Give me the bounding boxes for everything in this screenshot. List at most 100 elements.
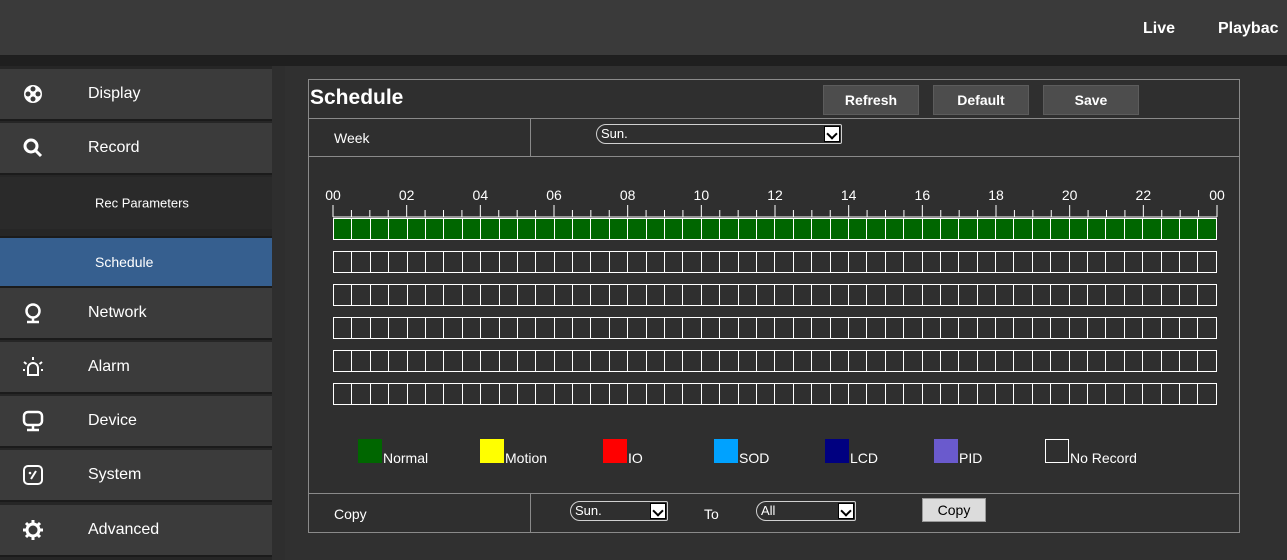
schedule-cell[interactable]	[351, 251, 371, 273]
schedule-cell[interactable]	[1013, 317, 1033, 339]
schedule-cell[interactable]	[700, 284, 721, 306]
schedule-cell[interactable]	[1197, 218, 1217, 240]
schedule-cell[interactable]	[461, 383, 482, 405]
schedule-cell[interactable]	[737, 383, 757, 405]
schedule-cell[interactable]	[590, 218, 610, 240]
schedule-cell[interactable]	[553, 218, 574, 240]
schedule-cell[interactable]	[719, 251, 739, 273]
schedule-cell[interactable]	[976, 218, 997, 240]
schedule-cell[interactable]	[958, 317, 978, 339]
schedule-cell[interactable]	[1068, 218, 1089, 240]
schedule-cell[interactable]	[847, 218, 868, 240]
schedule-cell[interactable]	[480, 317, 500, 339]
schedule-cell[interactable]	[792, 218, 813, 240]
schedule-cell[interactable]	[884, 350, 905, 372]
schedule-cell[interactable]	[1031, 284, 1052, 306]
schedule-cell[interactable]	[700, 218, 721, 240]
schedule-cell[interactable]	[755, 284, 776, 306]
schedule-cell[interactable]	[1142, 284, 1162, 306]
save-button[interactable]: Save	[1043, 85, 1139, 115]
schedule-cell[interactable]	[664, 284, 684, 306]
schedule-cell[interactable]	[995, 218, 1015, 240]
schedule-cell[interactable]	[811, 317, 831, 339]
schedule-cell[interactable]	[351, 350, 371, 372]
schedule-cell[interactable]	[1050, 218, 1070, 240]
schedule-cell[interactable]	[333, 284, 353, 306]
schedule-cell[interactable]	[516, 383, 537, 405]
schedule-cell[interactable]	[995, 284, 1015, 306]
schedule-cell[interactable]	[572, 218, 592, 240]
schedule-cell[interactable]	[1123, 218, 1144, 240]
schedule-cell[interactable]	[1087, 350, 1107, 372]
schedule-cell[interactable]	[1087, 218, 1107, 240]
schedule-cell[interactable]	[774, 284, 794, 306]
schedule-cell[interactable]	[388, 251, 408, 273]
schedule-cell[interactable]	[516, 317, 537, 339]
schedule-cell[interactable]	[572, 317, 592, 339]
schedule-cell[interactable]	[866, 284, 886, 306]
schedule-cell[interactable]	[976, 350, 997, 372]
schedule-cell[interactable]	[1160, 383, 1180, 405]
schedule-cell[interactable]	[1142, 383, 1162, 405]
schedule-cell[interactable]	[755, 317, 776, 339]
schedule-cell[interactable]	[829, 218, 849, 240]
schedule-cell[interactable]	[811, 284, 831, 306]
schedule-cell[interactable]	[939, 284, 960, 306]
schedule-cell[interactable]	[1123, 317, 1144, 339]
schedule-cell[interactable]	[976, 284, 997, 306]
schedule-cell[interactable]	[1123, 383, 1144, 405]
schedule-cell[interactable]	[958, 284, 978, 306]
schedule-cell[interactable]	[1197, 383, 1217, 405]
schedule-cell[interactable]	[480, 383, 500, 405]
nav-live[interactable]: Live	[1143, 20, 1175, 38]
schedule-cell[interactable]	[333, 350, 353, 372]
schedule-cell[interactable]	[498, 350, 518, 372]
schedule-cell[interactable]	[553, 251, 574, 273]
schedule-cell[interactable]	[1105, 350, 1125, 372]
schedule-cell[interactable]	[1160, 251, 1180, 273]
schedule-cell[interactable]	[1068, 251, 1089, 273]
schedule-cell[interactable]	[737, 317, 757, 339]
schedule-cell[interactable]	[1013, 383, 1033, 405]
schedule-cell[interactable]	[939, 350, 960, 372]
schedule-cell[interactable]	[737, 218, 757, 240]
schedule-cell[interactable]	[535, 383, 555, 405]
schedule-cell[interactable]	[608, 317, 629, 339]
schedule-cell[interactable]	[608, 284, 629, 306]
schedule-cell[interactable]	[995, 251, 1015, 273]
schedule-cell[interactable]	[1178, 251, 1199, 273]
schedule-cell[interactable]	[811, 383, 831, 405]
schedule-cell[interactable]	[369, 383, 390, 405]
schedule-cell[interactable]	[424, 383, 445, 405]
schedule-cell[interactable]	[572, 251, 592, 273]
schedule-cell[interactable]	[1142, 350, 1162, 372]
schedule-cell[interactable]	[1087, 284, 1107, 306]
schedule-cell[interactable]	[645, 383, 666, 405]
schedule-cell[interactable]	[351, 383, 371, 405]
schedule-cell[interactable]	[939, 317, 960, 339]
schedule-cell[interactable]	[1068, 284, 1089, 306]
schedule-cell[interactable]	[388, 350, 408, 372]
schedule-cell[interactable]	[1178, 383, 1199, 405]
schedule-cell[interactable]	[664, 251, 684, 273]
schedule-cell[interactable]	[700, 350, 721, 372]
schedule-cell[interactable]	[829, 350, 849, 372]
schedule-cell[interactable]	[572, 350, 592, 372]
schedule-cell[interactable]	[976, 251, 997, 273]
schedule-cell[interactable]	[884, 317, 905, 339]
schedule-cell[interactable]	[406, 317, 426, 339]
schedule-cell[interactable]	[406, 383, 426, 405]
schedule-cell[interactable]	[976, 383, 997, 405]
schedule-cell[interactable]	[1013, 251, 1033, 273]
sidebar-item-record[interactable]: Record	[0, 123, 272, 175]
schedule-cell[interactable]	[939, 251, 960, 273]
schedule-cell[interactable]	[755, 350, 776, 372]
schedule-cell[interactable]	[590, 383, 610, 405]
schedule-cell[interactable]	[1105, 251, 1125, 273]
schedule-cell[interactable]	[461, 350, 482, 372]
schedule-cell[interactable]	[958, 383, 978, 405]
schedule-cell[interactable]	[755, 383, 776, 405]
schedule-cell[interactable]	[1142, 251, 1162, 273]
copy-from-select[interactable]: Sun.	[570, 501, 668, 521]
sidebar-item-display[interactable]: Display	[0, 69, 272, 121]
